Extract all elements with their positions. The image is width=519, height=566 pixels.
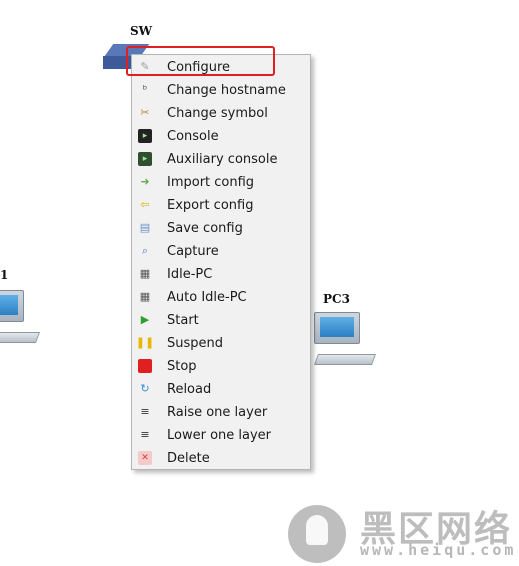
menu-item-label: Export config xyxy=(167,198,254,213)
menu-item-capture[interactable]: ⌕ Capture xyxy=(132,240,310,263)
menu-item-label: Change symbol xyxy=(167,106,268,121)
calculator-icon: ▦ xyxy=(139,267,151,280)
save-icon: ▤ xyxy=(139,221,151,234)
menu-item-label: Console xyxy=(167,129,219,144)
lower-layer-icon: ≡ xyxy=(140,428,150,441)
menu-item-start[interactable]: ▶ Start xyxy=(132,309,310,332)
menu-item-export-config[interactable]: ⇦ Export config xyxy=(132,194,310,217)
menu-item-auto-idle-pc[interactable]: ▦ Auto Idle-PC xyxy=(132,286,310,309)
raise-layer-icon: ≡ xyxy=(140,405,150,418)
menu-item-import-config[interactable]: ➜ Import config xyxy=(132,171,310,194)
menu-item-idle-pc[interactable]: ▦ Idle-PC xyxy=(132,263,310,286)
menu-item-raise-one-layer[interactable]: ≡ Raise one layer xyxy=(132,401,310,424)
export-icon: ⇦ xyxy=(140,198,150,211)
menu-item-lower-one-layer[interactable]: ≡ Lower one layer xyxy=(132,424,310,447)
menu-item-suspend[interactable]: ❚❚ Suspend xyxy=(132,332,310,355)
menu-item-label: Start xyxy=(167,313,199,328)
reload-icon: ↻ xyxy=(140,382,150,395)
watermark-logo-icon xyxy=(288,505,346,563)
menu-item-save-config[interactable]: ▤ Save config xyxy=(132,217,310,240)
hostname-icon: ᵇ xyxy=(142,83,148,96)
menu-item-console[interactable]: ▸ Console xyxy=(132,125,310,148)
stop-icon: ■ xyxy=(138,359,152,373)
menu-item-label: Lower one layer xyxy=(167,428,272,443)
menu-item-label: Auto Idle-PC xyxy=(167,290,247,305)
calculator-icon: ▦ xyxy=(139,290,151,303)
menu-item-delete[interactable]: ✕ Delete xyxy=(132,447,310,470)
menu-item-label: Save config xyxy=(167,221,243,236)
menu-item-change-hostname[interactable]: ᵇ Change hostname xyxy=(132,79,310,102)
menu-item-label: Change hostname xyxy=(167,83,286,98)
menu-item-change-symbol[interactable]: ✂ Change symbol xyxy=(132,102,310,125)
scissors-icon: ✂ xyxy=(140,106,150,119)
pc-left-label[interactable]: 1 xyxy=(0,268,8,282)
aux-console-icon: ▸ xyxy=(138,152,152,166)
menu-item-label: Reload xyxy=(167,382,212,397)
configure-highlight-box xyxy=(126,46,275,76)
menu-item-label: Auxiliary console xyxy=(167,152,278,167)
watermark-url: www.heiqu.com xyxy=(360,541,517,559)
menu-item-label: Delete xyxy=(167,451,210,466)
menu-item-label: Raise one layer xyxy=(167,405,268,420)
menu-item-reload[interactable]: ↻ Reload xyxy=(132,378,310,401)
pause-icon: ❚❚ xyxy=(135,336,155,349)
menu-item-auxiliary-console[interactable]: ▸ Auxiliary console xyxy=(132,148,310,171)
magnifier-icon: ⌕ xyxy=(141,244,149,257)
switch-label[interactable]: SW xyxy=(130,24,152,38)
import-icon: ➜ xyxy=(140,175,150,188)
menu-item-label: Import config xyxy=(167,175,255,190)
console-icon: ▸ xyxy=(138,129,152,143)
menu-item-stop[interactable]: ■ Stop xyxy=(132,355,310,378)
menu-item-label: Capture xyxy=(167,244,219,259)
context-menu: ✎ Configure ᵇ Change hostname ✂ Change symbol… xyxy=(131,54,311,470)
pc-right-label[interactable]: PC3 xyxy=(323,292,350,306)
delete-icon: ✕ xyxy=(138,451,152,465)
pc-right-node-icon[interactable] xyxy=(312,312,377,374)
play-icon: ▶ xyxy=(140,313,150,326)
menu-item-label: Suspend xyxy=(167,336,224,351)
menu-item-label: Stop xyxy=(167,359,197,374)
menu-item-label: Idle-PC xyxy=(167,267,213,282)
pc-left-node-icon[interactable] xyxy=(0,290,41,350)
